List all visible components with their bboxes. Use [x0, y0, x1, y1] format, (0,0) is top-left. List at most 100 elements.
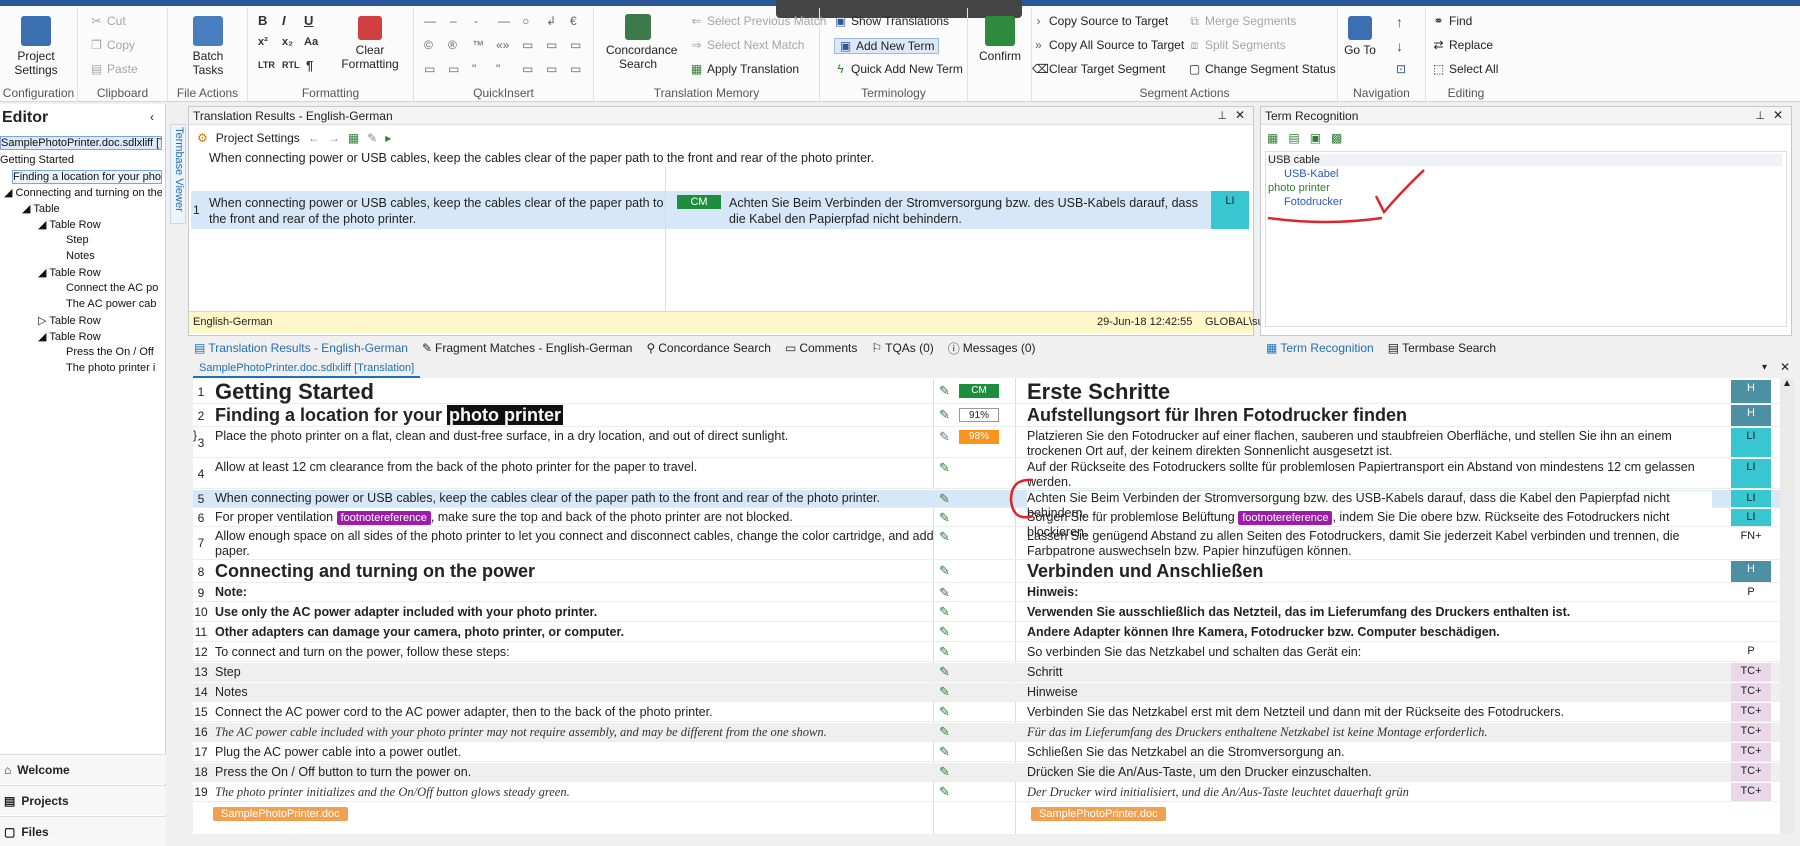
jump-icon[interactable]: ⊡ [1396, 62, 1406, 76]
files-nav[interactable]: ▢ Files [0, 816, 166, 846]
segment-row[interactable]: 8 Connecting and turning on the power ✎ … [193, 561, 1783, 583]
segment-source[interactable]: Connecting and turning on the power [215, 561, 935, 581]
split-segments-button[interactable]: ⧈ Split Segments [1188, 38, 1286, 52]
quick-add-new-term-button[interactable]: ϟ Quick Add New Term [834, 62, 963, 76]
quickinsert-dash[interactable]: — [498, 14, 510, 28]
merge-segments-button[interactable]: ⧉ Merge Segments [1188, 14, 1296, 28]
segment-source[interactable]: Connect the AC power cord to the AC powe… [215, 705, 935, 720]
tree-item[interactable]: Press the On / Off [66, 346, 162, 358]
projects-nav[interactable]: ▤ Projects [0, 785, 166, 815]
segment-target[interactable]: Verbinden Sie das Netzkabel erst mit dem… [1027, 705, 1712, 720]
batch-tasks-button[interactable]: Batch Tasks [178, 16, 238, 77]
segment-source[interactable]: Allow at least 12 cm clearance from the … [215, 460, 935, 475]
tree-item[interactable]: Step [66, 234, 89, 246]
next-icon[interactable]: ▸ [385, 131, 391, 145]
segment-source[interactable]: Step [215, 665, 935, 680]
tree-item-selected[interactable]: Finding a location for your pho [12, 170, 162, 184]
tab-translation-results[interactable]: ▤ Translation Results - English-German [194, 341, 408, 355]
quickinsert-tag5[interactable]: ▭ [448, 62, 459, 76]
term-list-icon[interactable]: ▤ [1288, 131, 1299, 145]
tab-tqas[interactable]: ⚐ TQAs (0) [871, 341, 933, 355]
add-new-term-button[interactable]: ▣ Add New Term [834, 38, 940, 54]
quickinsert-tag7[interactable]: ▭ [546, 62, 557, 76]
segment-row[interactable]: 17 Plug the AC power cable into a power … [193, 743, 1783, 762]
arrow-right-icon[interactable]: → [328, 131, 340, 145]
quickinsert-tag4[interactable]: ▭ [424, 62, 435, 76]
segment-row[interactable]: 18 Press the On / Off button to turn the… [193, 763, 1783, 782]
segment-row[interactable]: 2 Finding a location for your photo prin… [193, 405, 1783, 427]
bold-button[interactable]: B [258, 13, 267, 28]
tree-item[interactable]: ◢ Table Row [38, 218, 101, 231]
tree-item[interactable]: Connect the AC po [66, 282, 162, 294]
segment-source[interactable]: Plug the AC power cable into a power out… [215, 745, 935, 760]
segment-source[interactable]: Other adapters can damage your camera, p… [215, 625, 935, 640]
segment-source[interactable]: Notes [215, 685, 935, 700]
match-row[interactable]: 1 When connecting power or USB cables, k… [191, 191, 1249, 229]
editor-scrollbar[interactable]: ▲ [1780, 378, 1794, 834]
quickinsert-registered[interactable]: ® [448, 38, 457, 52]
segment-source[interactable]: Finding a location for your photo printe… [215, 405, 935, 425]
copy-button[interactable]: ❐ Copy [90, 38, 135, 52]
close-icon[interactable]: ✕ [1780, 360, 1790, 374]
segment-target[interactable]: So verbinden Sie das Netzkabel und schal… [1027, 645, 1712, 660]
segment-source[interactable]: Place the photo printer on a flat, clean… [215, 429, 935, 444]
quickinsert-euro[interactable]: € [570, 14, 577, 28]
quickinsert-guillemets[interactable]: «» [496, 38, 509, 52]
segment-row[interactable]: 4 Allow at least 12 cm clearance from th… [193, 459, 1783, 489]
tree-item[interactable]: ◢ Connecting and turning on the [4, 186, 162, 199]
document-tab[interactable]: SamplePhotoPrinter.doc.sdlxliff [Transla… [193, 362, 421, 378]
ltr-button[interactable]: LTR [258, 60, 275, 70]
quickinsert-copyright[interactable]: © [424, 38, 433, 52]
segment-row-active[interactable]: 5 When connecting power or USB cables, k… [193, 490, 1783, 521]
confirm-button[interactable]: Confirm [972, 16, 1028, 63]
scroll-up-icon[interactable]: ▲ [1782, 378, 1792, 389]
clear-target-segment-button[interactable]: ⌫ Clear Target Segment [1032, 62, 1166, 76]
segment-source[interactable]: When connecting power or USB cables, kee… [215, 491, 935, 506]
project-settings-button[interactable]: Project Settings [6, 16, 66, 77]
tree-item[interactable]: The photo printer i [66, 362, 162, 374]
segment-target[interactable]: Platzieren Sie den Fotodrucker auf einer… [1027, 429, 1712, 459]
segment-row[interactable]: 14 Notes ✎ Hinweise TC+ [193, 683, 1783, 702]
segment-row[interactable]: 19 The photo printer initializes and the… [193, 783, 1783, 802]
quickinsert-trademark[interactable]: ™ [472, 38, 484, 52]
segment-target[interactable]: Hinweise [1027, 685, 1712, 700]
segment-source[interactable]: The AC power cable included with your ph… [215, 725, 935, 740]
settings-icon[interactable]: ⚙ [197, 131, 208, 145]
tree-item[interactable]: ◢ Table [22, 202, 60, 215]
termbase-viewer-tab[interactable]: Termbase Viewer [170, 124, 186, 224]
segment-source[interactable]: To connect and turn on the power, follow… [215, 645, 935, 660]
segment-target[interactable]: Schritt [1027, 665, 1712, 680]
quickinsert-endash[interactable]: – [450, 14, 457, 28]
term-add-icon[interactable]: ▣ [1310, 131, 1321, 145]
segment-row[interactable]: 3 Place the photo printer on a flat, cle… [193, 428, 1783, 458]
footnote-tag[interactable]: footnotereference [336, 511, 431, 525]
apply-icon[interactable]: ▦ [348, 131, 359, 145]
segment-target[interactable]: Erste Schritte [1027, 380, 1712, 404]
quickinsert-tag3[interactable]: ▭ [570, 38, 581, 52]
segment-source[interactable]: The photo printer initializes and the On… [215, 785, 935, 800]
copy-all-source-to-target-button[interactable]: » Copy All Source to Target [1032, 38, 1184, 52]
segment-target[interactable]: Drücken Sie die An/Aus-Taste, um den Dru… [1027, 765, 1712, 780]
segment-target[interactable]: Auf der Rückseite des Fotodruckers sollt… [1027, 460, 1712, 490]
segment-source[interactable]: For proper ventilation footnotereference… [215, 510, 935, 525]
segment-target[interactable]: Der Drucker wird initialisiert, und die … [1027, 785, 1712, 800]
quickinsert-return[interactable]: ↲ [546, 14, 556, 28]
change-segment-status-button[interactable]: ▢ Change Segment Status [1188, 62, 1336, 76]
tree-item[interactable]: Notes [66, 250, 95, 262]
segment-row[interactable]: 16 The AC power cable included with your… [193, 723, 1783, 742]
welcome-nav[interactable]: ⌂ Welcome [0, 754, 166, 784]
quickinsert-tag1[interactable]: ▭ [522, 38, 533, 52]
segment-target[interactable]: Verwenden Sie ausschließlich das Netztei… [1027, 605, 1712, 620]
segment-row[interactable]: 9 Note: ✎ Hinweis: P [193, 584, 1783, 602]
tab-term-recognition[interactable]: ▦ Term Recognition [1266, 341, 1374, 355]
select-all-button[interactable]: ⬚ Select All [1432, 62, 1499, 76]
tab-termbase-search[interactable]: ▤ Termbase Search [1388, 341, 1496, 355]
term-settings-icon[interactable]: ▩ [1331, 131, 1342, 145]
pilcrow-icon[interactable]: ¶ [306, 58, 313, 73]
tab-concordance-search[interactable]: ⚲ Concordance Search [646, 341, 771, 355]
segment-target[interactable]: Hinweis: [1027, 585, 1712, 600]
superscript-button[interactable]: x² [258, 36, 268, 48]
segment-source[interactable]: Allow enough space on all sides of the p… [215, 529, 935, 559]
tab-fragment-matches[interactable]: ✎ Fragment Matches - English-German [422, 341, 632, 355]
quickinsert-emdash[interactable]: — [424, 14, 436, 28]
